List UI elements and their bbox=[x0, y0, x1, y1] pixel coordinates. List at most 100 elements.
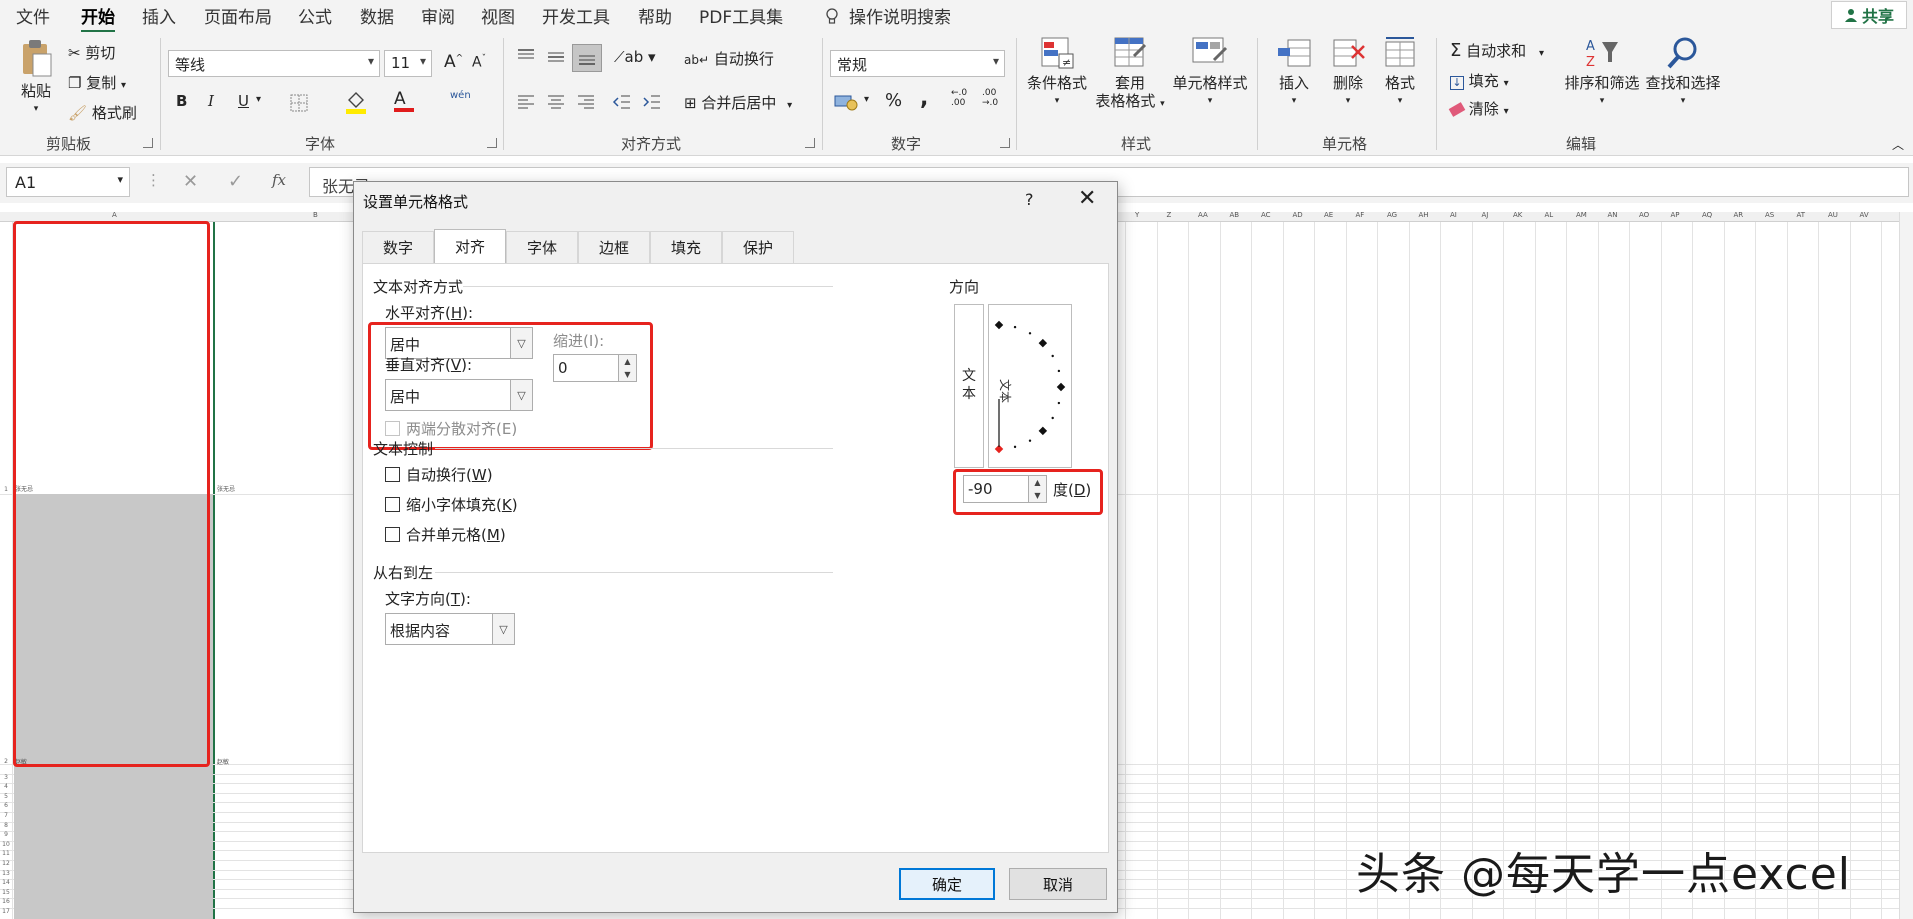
orientation-dial[interactable]: 文本 bbox=[988, 304, 1072, 468]
column-header-au[interactable]: AU bbox=[1828, 212, 1838, 219]
column-header-ad[interactable]: AD bbox=[1293, 212, 1303, 219]
insert-function-icon[interactable]: fx bbox=[272, 171, 286, 189]
clipboard-launcher-icon[interactable] bbox=[143, 138, 153, 148]
row-header-5[interactable]: 5 bbox=[0, 793, 12, 800]
column-header-ao[interactable]: AO bbox=[1639, 212, 1649, 219]
font-size-select[interactable]: 11 bbox=[384, 50, 432, 77]
row-header-11[interactable]: 11 bbox=[0, 850, 12, 857]
help-icon[interactable]: ? bbox=[1025, 190, 1034, 209]
align-center-icon[interactable] bbox=[546, 94, 566, 114]
vertical-text-toggle[interactable]: 文本 bbox=[954, 304, 984, 468]
font-launcher-icon[interactable] bbox=[487, 138, 497, 148]
underline-dropdown-icon[interactable]: ▾ bbox=[256, 94, 261, 105]
tab-border[interactable]: 边框 bbox=[578, 231, 650, 263]
enter-entry-icon[interactable]: ✓ bbox=[228, 171, 243, 192]
merge-center-button[interactable]: ⊞ 合并后居中 ▾ bbox=[684, 92, 792, 113]
comma-button[interactable]: , bbox=[920, 86, 928, 111]
delete-cells-button[interactable]: 删除 ▾ bbox=[1326, 36, 1370, 110]
align-bottom-icon[interactable] bbox=[572, 44, 602, 72]
share-button[interactable]: 共享 bbox=[1831, 1, 1907, 29]
find-select-button[interactable]: 查找和选择 ▾ bbox=[1641, 36, 1725, 110]
column-header-aj[interactable]: AJ bbox=[1482, 212, 1489, 219]
format-painter-button[interactable]: 🖌 格式刷 bbox=[68, 102, 137, 123]
row-header-1[interactable]: 1 bbox=[0, 486, 12, 493]
column-header-as[interactable]: AS bbox=[1765, 212, 1774, 219]
column-header-ag[interactable]: AG bbox=[1387, 212, 1397, 219]
bold-button[interactable]: B bbox=[176, 92, 187, 110]
currency-dropdown-icon[interactable]: ▾ bbox=[864, 94, 869, 105]
column-header-aq[interactable]: AQ bbox=[1702, 212, 1712, 219]
tab-page-layout[interactable]: 页面布局 bbox=[204, 3, 272, 28]
column-header-am[interactable]: AM bbox=[1576, 212, 1587, 219]
format-cells-button[interactable]: 格式 ▾ bbox=[1378, 36, 1422, 110]
cancel-entry-icon[interactable]: ✕ bbox=[183, 171, 198, 192]
increase-indent-icon[interactable] bbox=[642, 94, 662, 114]
column-header-at[interactable]: AT bbox=[1797, 212, 1806, 219]
cell-styles-button[interactable]: 单元格样式 ▾ bbox=[1168, 36, 1252, 110]
tab-view[interactable]: 视图 bbox=[481, 3, 515, 28]
column-header-y[interactable]: Y bbox=[1135, 212, 1139, 219]
row-header-13[interactable]: 13 bbox=[0, 870, 12, 877]
row-header-12[interactable]: 12 bbox=[0, 860, 12, 867]
tab-home[interactable]: 开始 bbox=[81, 3, 115, 33]
column-header-ah[interactable]: AH bbox=[1419, 212, 1429, 219]
vertical-scrollbar[interactable] bbox=[1899, 212, 1913, 919]
row-header-15[interactable]: 15 bbox=[0, 889, 12, 896]
close-icon[interactable]: ✕ bbox=[1078, 186, 1096, 211]
grow-font-button[interactable]: A^ bbox=[444, 52, 463, 72]
tab-review[interactable]: 审阅 bbox=[421, 3, 455, 28]
phonetic-guide-icon[interactable]: wén bbox=[450, 90, 471, 101]
collapse-ribbon-icon[interactable]: ︿ bbox=[1892, 136, 1904, 153]
cell-b2[interactable]: 赵敏 bbox=[217, 757, 229, 766]
column-header-al[interactable]: AL bbox=[1545, 212, 1554, 219]
ok-button[interactable]: 确定 bbox=[899, 868, 995, 900]
align-top-icon[interactable] bbox=[516, 48, 536, 70]
insert-cells-button[interactable]: 插入 ▾ bbox=[1272, 36, 1316, 110]
tell-me-search[interactable]: 操作说明搜索 bbox=[825, 3, 951, 28]
row-header-3[interactable]: 3 bbox=[0, 774, 12, 781]
tab-data[interactable]: 数据 bbox=[360, 3, 394, 28]
row-header-6[interactable]: 6 bbox=[0, 802, 12, 809]
font-name-select[interactable]: 等线 bbox=[168, 50, 380, 77]
alignment-launcher-icon[interactable] bbox=[805, 138, 815, 148]
align-right-icon[interactable] bbox=[576, 94, 596, 114]
align-middle-icon[interactable] bbox=[546, 48, 566, 70]
italic-button[interactable]: I bbox=[208, 92, 214, 110]
wrap-text-button[interactable]: ab↵ 自动换行 bbox=[684, 48, 774, 69]
tab-fill[interactable]: 填充 bbox=[650, 231, 722, 263]
format-as-table-button[interactable]: 套用 表格格式 ▾ bbox=[1088, 36, 1172, 113]
shrink-to-fit-checkbox[interactable]: 缩小字体填充(K) bbox=[385, 494, 518, 515]
tab-font[interactable]: 字体 bbox=[506, 231, 578, 263]
column-header-ae[interactable]: AE bbox=[1324, 212, 1333, 219]
copy-button[interactable]: ❐ 复制 ▾ bbox=[68, 72, 126, 93]
text-direction-select[interactable]: 根据内容 ▽ bbox=[385, 613, 515, 645]
column-header-af[interactable]: AF bbox=[1356, 212, 1365, 219]
row-header-16[interactable]: 16 bbox=[0, 898, 12, 905]
font-color-icon[interactable]: A bbox=[394, 90, 414, 112]
clear-button[interactable]: 清除 ▾ bbox=[1448, 98, 1509, 119]
name-box[interactable]: A1 ▾ bbox=[6, 167, 130, 197]
tab-protection[interactable]: 保护 bbox=[722, 231, 794, 263]
row-header-14[interactable]: 14 bbox=[0, 879, 12, 886]
underline-button[interactable]: U bbox=[238, 92, 249, 110]
tab-help[interactable]: 帮助 bbox=[638, 3, 672, 28]
orientation-icon[interactable]: ⟋ab ▾ bbox=[614, 48, 656, 66]
percent-button[interactable]: % bbox=[885, 90, 902, 111]
fill-button[interactable]: ↓ 填充 ▾ bbox=[1450, 70, 1509, 91]
currency-icon[interactable] bbox=[834, 92, 860, 116]
row-header-4[interactable]: 4 bbox=[0, 783, 12, 790]
decrease-indent-icon[interactable] bbox=[612, 94, 632, 114]
align-left-icon[interactable] bbox=[516, 94, 536, 114]
tab-file[interactable]: 文件 bbox=[16, 3, 50, 28]
row-header-2[interactable]: 2 bbox=[0, 758, 12, 765]
decrease-decimal-button[interactable]: .00 →.0 bbox=[982, 88, 1006, 108]
tab-number[interactable]: 数字 bbox=[362, 231, 434, 263]
tab-formulas[interactable]: 公式 bbox=[298, 3, 332, 28]
merge-cells-checkbox[interactable]: 合并单元格(M) bbox=[385, 524, 506, 545]
borders-icon[interactable] bbox=[290, 94, 308, 116]
cancel-button[interactable]: 取消 bbox=[1009, 868, 1107, 900]
number-launcher-icon[interactable] bbox=[1000, 138, 1010, 148]
column-header-av[interactable]: AV bbox=[1860, 212, 1869, 219]
tab-alignment[interactable]: 对齐 bbox=[434, 229, 506, 263]
row-header-8[interactable]: 8 bbox=[0, 822, 12, 829]
